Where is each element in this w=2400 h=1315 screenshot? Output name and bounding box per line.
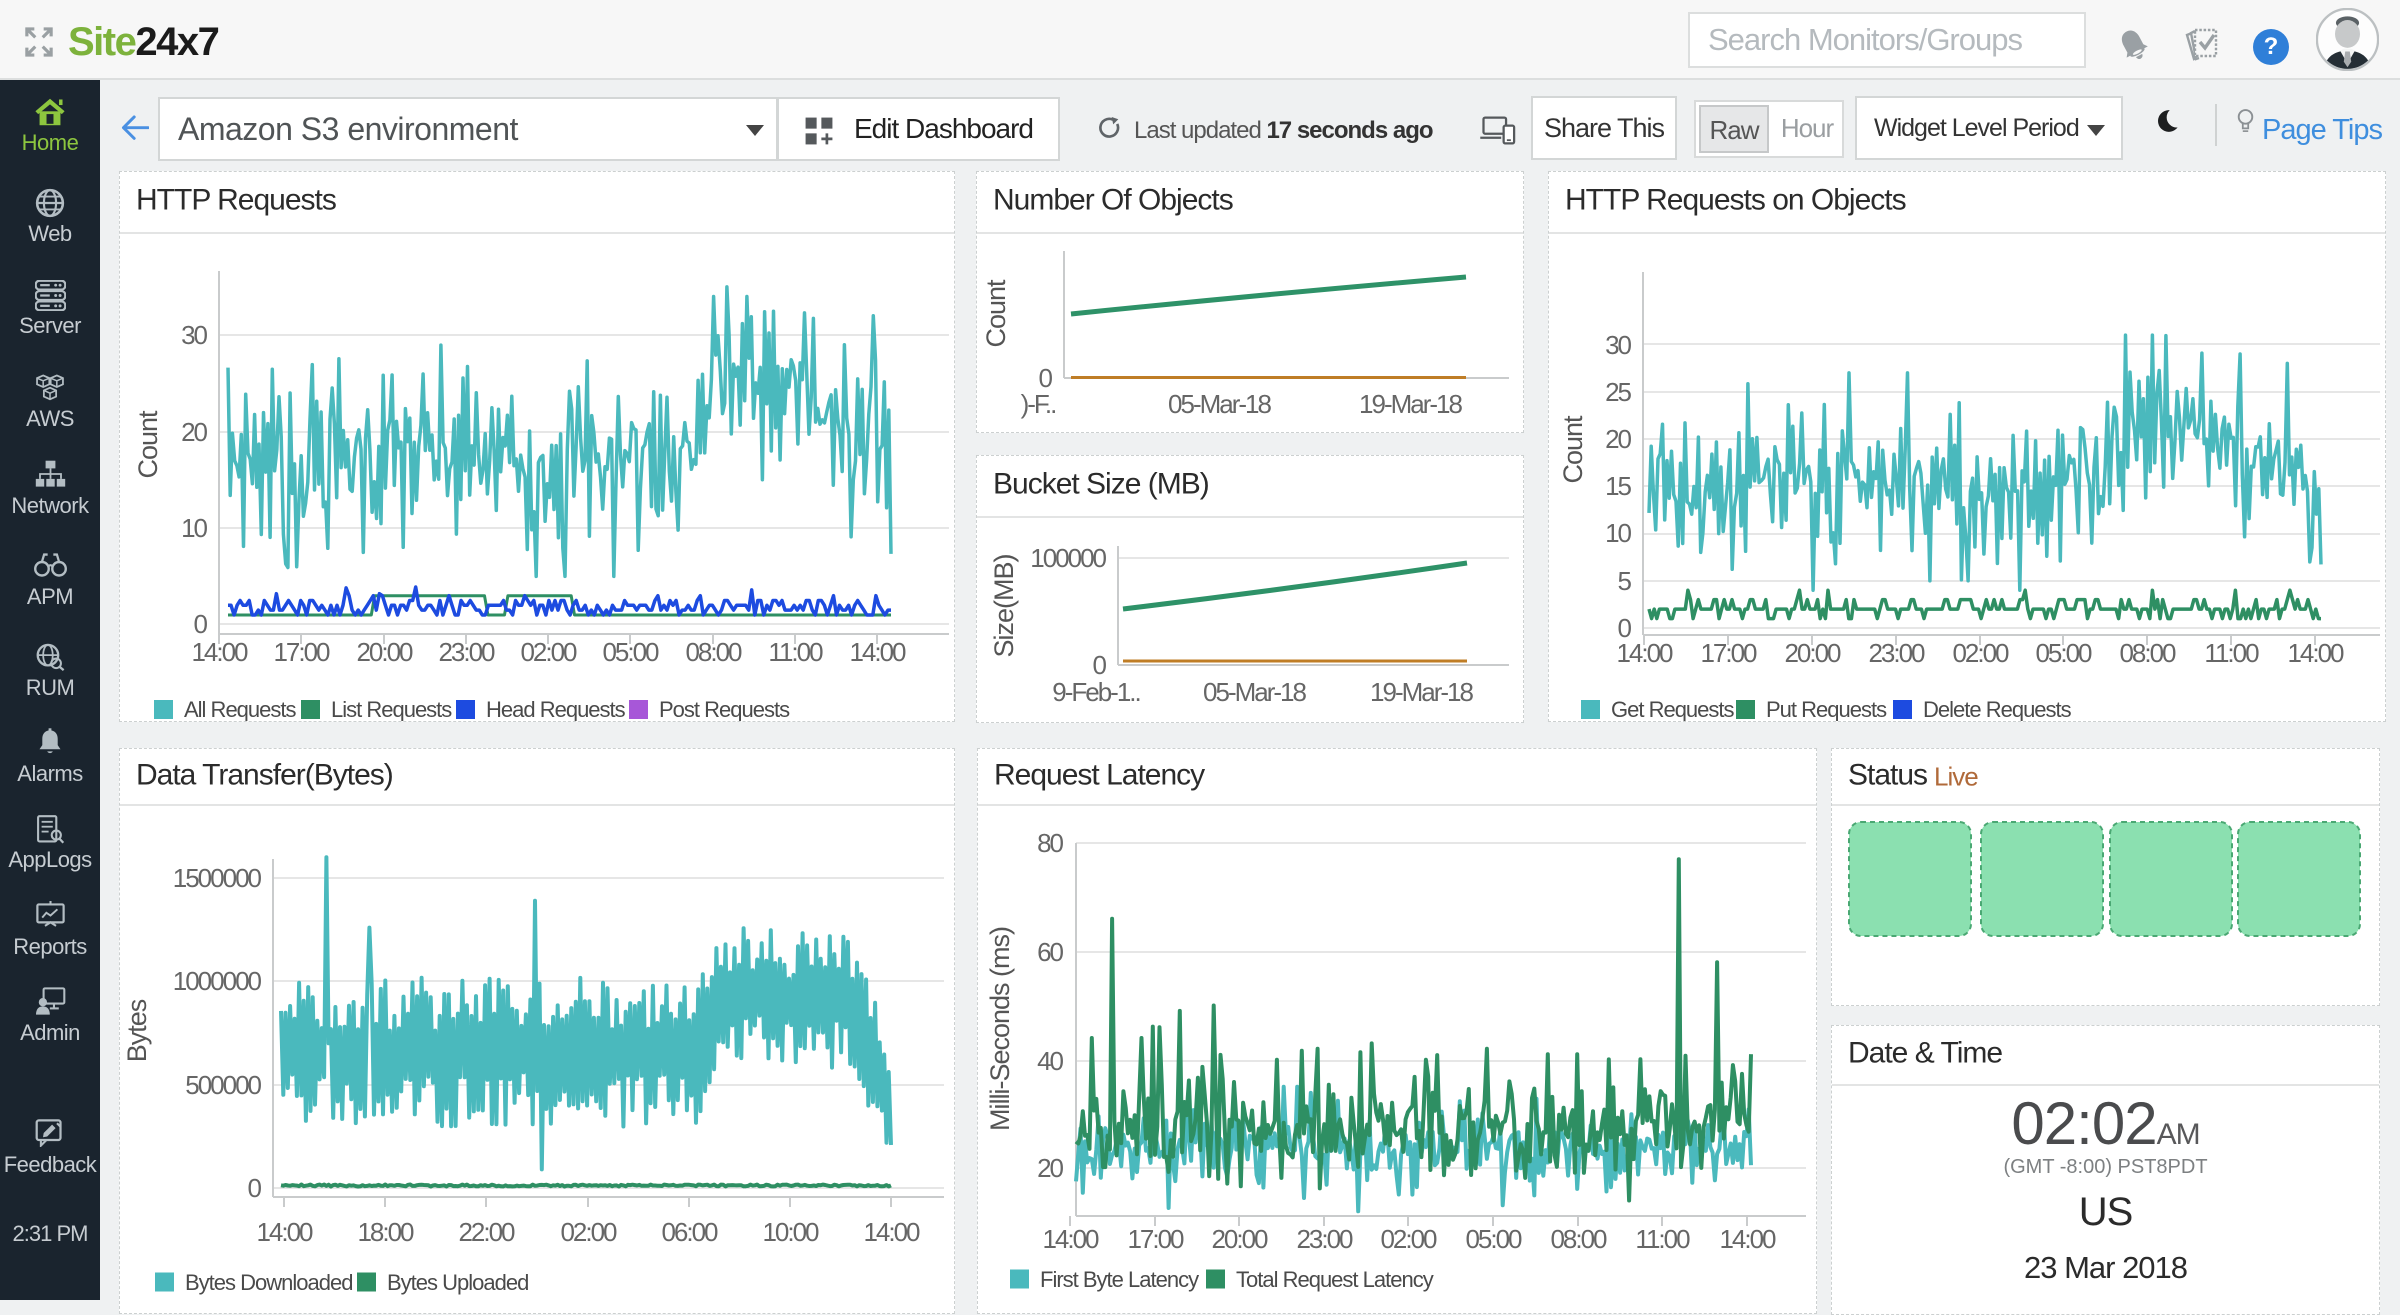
svg-text:20:00: 20:00 bbox=[1784, 638, 1841, 668]
svg-text:1000000: 1000000 bbox=[173, 966, 262, 996]
svg-text:20: 20 bbox=[181, 417, 207, 447]
svg-text:0: 0 bbox=[248, 1173, 262, 1203]
svg-text:Count: Count bbox=[1558, 415, 1588, 484]
svg-text:19-Mar-18: 19-Mar-18 bbox=[1370, 677, 1473, 707]
svg-text:40: 40 bbox=[1037, 1046, 1063, 1076]
svg-text:Count: Count bbox=[981, 279, 1011, 348]
svg-text:)-F..: )-F.. bbox=[1021, 389, 1056, 419]
svg-text:Get Requests: Get Requests bbox=[1611, 697, 1735, 721]
svg-text:60: 60 bbox=[1037, 937, 1063, 967]
svg-text:05-Mar-18: 05-Mar-18 bbox=[1203, 677, 1306, 707]
svg-text:0: 0 bbox=[1093, 650, 1107, 680]
svg-text:14:00: 14:00 bbox=[256, 1217, 313, 1247]
svg-text:22:00: 22:00 bbox=[458, 1217, 515, 1247]
svg-text:Milli-Seconds (ms): Milli-Seconds (ms) bbox=[985, 927, 1015, 1131]
svg-text:5: 5 bbox=[1618, 566, 1632, 596]
svg-text:10: 10 bbox=[1605, 518, 1631, 548]
svg-text:08:00: 08:00 bbox=[685, 637, 742, 667]
svg-text:Put Requests: Put Requests bbox=[1766, 697, 1887, 721]
svg-text:Total Request Latency: Total Request Latency bbox=[1236, 1267, 1434, 1292]
svg-text:9-Feb-1..: 9-Feb-1.. bbox=[1052, 677, 1140, 707]
svg-text:First Byte Latency: First Byte Latency bbox=[1040, 1267, 1199, 1292]
svg-text:17:00: 17:00 bbox=[1700, 638, 1757, 668]
svg-text:02:00: 02:00 bbox=[1380, 1224, 1437, 1254]
svg-text:11:00: 11:00 bbox=[1635, 1224, 1690, 1254]
svg-text:Bytes: Bytes bbox=[122, 999, 152, 1062]
svg-text:15: 15 bbox=[1605, 471, 1631, 501]
svg-text:02:00: 02:00 bbox=[520, 637, 577, 667]
svg-text:500000: 500000 bbox=[185, 1070, 261, 1100]
svg-text:List Requests: List Requests bbox=[331, 697, 452, 721]
svg-text:05:00: 05:00 bbox=[602, 637, 659, 667]
svg-text:14:00: 14:00 bbox=[191, 637, 248, 667]
svg-text:23:00: 23:00 bbox=[438, 637, 495, 667]
svg-text:30: 30 bbox=[1605, 330, 1631, 360]
svg-text:18:00: 18:00 bbox=[357, 1217, 414, 1247]
svg-text:14:00: 14:00 bbox=[1616, 638, 1673, 668]
svg-text:08:00: 08:00 bbox=[2119, 638, 2176, 668]
svg-text:20: 20 bbox=[1605, 424, 1631, 454]
svg-text:10:00: 10:00 bbox=[762, 1217, 819, 1247]
svg-text:100000: 100000 bbox=[1030, 543, 1106, 573]
svg-text:Head Requests: Head Requests bbox=[486, 697, 626, 721]
svg-text:23:00: 23:00 bbox=[1868, 638, 1925, 668]
svg-text:19-Mar-18: 19-Mar-18 bbox=[1359, 389, 1462, 419]
svg-text:Bytes Uploaded: Bytes Uploaded bbox=[387, 1270, 528, 1295]
svg-text:Delete Requests: Delete Requests bbox=[1923, 697, 2072, 721]
svg-text:All Requests: All Requests bbox=[184, 697, 297, 721]
svg-text:80: 80 bbox=[1037, 828, 1063, 858]
svg-text:0: 0 bbox=[194, 609, 208, 639]
svg-text:05-Mar-18: 05-Mar-18 bbox=[1168, 389, 1271, 419]
svg-text:05:00: 05:00 bbox=[2035, 638, 2092, 668]
svg-text:14:00: 14:00 bbox=[849, 637, 906, 667]
svg-text:Count: Count bbox=[133, 410, 163, 479]
svg-text:08:00: 08:00 bbox=[1550, 1224, 1607, 1254]
svg-text:Size(MB): Size(MB) bbox=[989, 554, 1019, 657]
svg-text:05:00: 05:00 bbox=[1465, 1224, 1522, 1254]
svg-text:11:00: 11:00 bbox=[768, 637, 823, 667]
svg-text:02:00: 02:00 bbox=[560, 1217, 617, 1247]
svg-text:02:00: 02:00 bbox=[1952, 638, 2009, 668]
svg-text:14:00: 14:00 bbox=[1042, 1224, 1099, 1254]
svg-text:30: 30 bbox=[181, 320, 207, 350]
svg-text:14:00: 14:00 bbox=[2287, 638, 2344, 668]
svg-text:14:00: 14:00 bbox=[863, 1217, 920, 1247]
svg-text:06:00: 06:00 bbox=[661, 1217, 718, 1247]
svg-text:20: 20 bbox=[1037, 1153, 1063, 1183]
svg-text:14:00: 14:00 bbox=[1719, 1224, 1776, 1254]
svg-text:Post Requests: Post Requests bbox=[659, 697, 790, 721]
svg-text:25: 25 bbox=[1605, 377, 1631, 407]
svg-text:17:00: 17:00 bbox=[273, 637, 330, 667]
svg-text:20:00: 20:00 bbox=[1211, 1224, 1268, 1254]
svg-text:1500000: 1500000 bbox=[173, 863, 262, 893]
svg-text:11:00: 11:00 bbox=[2204, 638, 2259, 668]
svg-text:Bytes Downloaded: Bytes Downloaded bbox=[185, 1270, 352, 1295]
svg-text:20:00: 20:00 bbox=[356, 637, 413, 667]
svg-text:23:00: 23:00 bbox=[1296, 1224, 1353, 1254]
svg-text:17:00: 17:00 bbox=[1127, 1224, 1184, 1254]
svg-text:10: 10 bbox=[181, 513, 207, 543]
